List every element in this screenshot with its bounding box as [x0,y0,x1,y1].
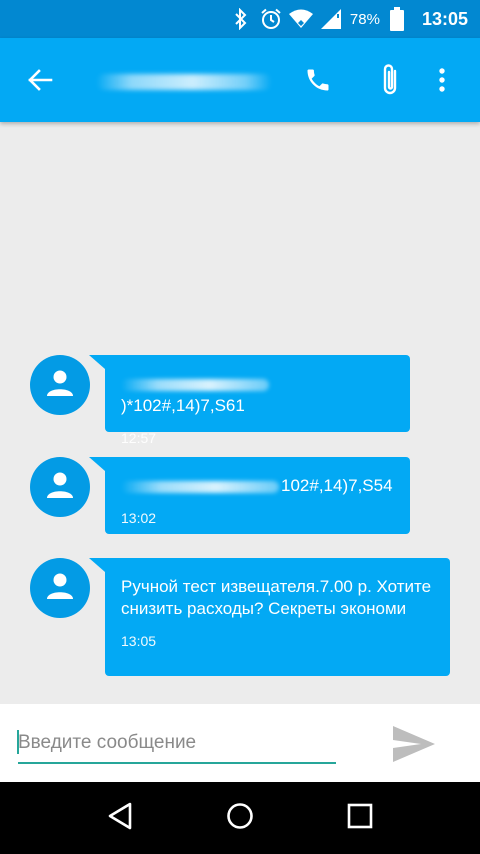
call-button[interactable] [296,60,340,104]
send-button[interactable] [388,720,440,772]
alarm-icon [258,7,284,31]
redacted-text [121,378,269,391]
send-icon [391,724,437,769]
more-vert-icon [438,67,446,98]
signal-icon [318,7,344,31]
message-text: Ручной тест извещателя.7.00 р. Хотите сн… [121,577,432,618]
navigation-bar [0,782,480,854]
redacted-text [121,480,279,493]
person-icon [45,470,75,505]
person-icon [45,368,75,403]
avatar[interactable] [30,457,90,517]
contact-name[interactable] [96,74,272,90]
text-cursor [17,730,19,754]
app-bar [0,38,480,122]
back-button[interactable] [18,60,62,104]
wifi-icon [288,7,314,31]
battery-icon [384,7,410,31]
message-input[interactable] [18,724,336,764]
circle-home-icon [226,802,254,835]
bluetooth-icon [228,7,254,31]
message-time: 13:05 [121,633,157,649]
status-bar: 78% 13:05 [0,0,480,38]
message-bubble[interactable]: Ручной тест извещателя.7.00 р. Хотите сн… [89,558,450,676]
attach-button[interactable] [368,60,412,104]
triangle-back-icon [107,802,133,835]
more-options-button[interactable] [420,60,464,104]
avatar[interactable] [30,355,90,415]
composer [0,704,480,782]
person-icon [45,571,75,606]
message-time: 13:02 [121,510,157,526]
status-icons: 78% 13:05 [224,0,468,38]
nav-back-button[interactable] [96,794,144,842]
phone-icon [304,66,332,99]
back-arrow-icon [27,67,53,98]
message-time: 12:57 [121,430,157,446]
message-text: )*102#,14)7,S61 [121,373,394,417]
square-recents-icon [347,803,373,834]
message-bubble[interactable]: 102#,14)7,S54 13:02 [89,457,410,534]
nav-home-button[interactable] [216,794,264,842]
avatar[interactable] [30,558,90,618]
attach-icon [379,62,401,103]
nav-recents-button[interactable] [336,794,384,842]
message-bubble[interactable]: )*102#,14)7,S61 12:57 [89,355,410,446]
message-text: 102#,14)7,S54 [121,475,394,497]
status-time: 13:05 [421,8,468,29]
battery-percent: 78% [349,10,380,28]
